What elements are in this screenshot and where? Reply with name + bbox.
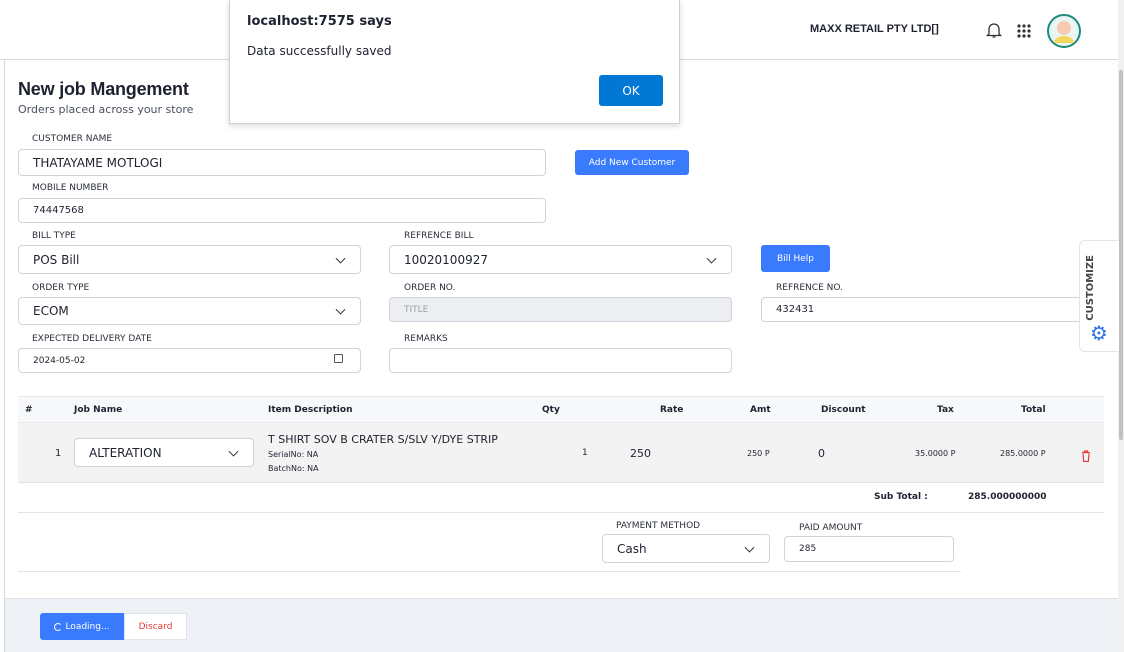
ref-no-input[interactable]: 432431	[761, 297, 1111, 322]
col-amt: Amt	[750, 405, 771, 415]
company-name: MAXX RETAIL PTY LTD[]	[810, 23, 939, 35]
discount-value[interactable]: 0	[818, 447, 825, 460]
remarks-input[interactable]	[389, 348, 732, 373]
table-header: # Job Name Item Description Qty Rate Amt…	[18, 396, 1104, 423]
page-subtitle: Orders placed across your store	[18, 103, 194, 116]
ref-bill-select[interactable]: 10020100927	[389, 245, 732, 274]
rate-value[interactable]: 250	[630, 447, 651, 460]
customize-label: CUSTOMIZE	[1085, 255, 1096, 321]
customer-name-label: CUSTOMER NAME	[32, 134, 113, 144]
col-num: #	[25, 405, 33, 415]
remarks-label: REMARKS	[404, 334, 448, 344]
item-description: T SHIRT SOV B CRATER S/SLV Y/DYE STRIP	[268, 433, 498, 446]
divider	[18, 512, 1104, 513]
col-tax: Tax	[937, 405, 954, 415]
divider	[18, 571, 961, 572]
job-name-select[interactable]: ALTERATION	[74, 438, 254, 467]
apps-grid-icon[interactable]	[1016, 23, 1032, 43]
order-no-label: ORDER NO.	[404, 283, 456, 293]
spinner-icon	[54, 622, 63, 631]
col-job-name: Job Name	[74, 405, 123, 415]
payment-method-select[interactable]: Cash	[602, 534, 770, 563]
bell-icon[interactable]	[985, 21, 1003, 43]
amt-value: 250 P	[747, 449, 770, 458]
paid-amount-label: PAID AMOUNT	[799, 523, 863, 533]
page-title: New job Mangement	[18, 79, 189, 99]
ok-button[interactable]: OK	[599, 75, 663, 106]
col-total: Total	[1021, 405, 1046, 415]
left-border	[4, 60, 5, 652]
bill-help-button[interactable]: Bill Help	[761, 245, 830, 272]
customer-name-input[interactable]: THATAYAME MOTLOGI	[18, 149, 546, 176]
dialog-message: Data successfully saved	[247, 44, 392, 58]
qty-value: 1	[582, 448, 588, 458]
total-value: 285.0000 P	[1000, 449, 1046, 458]
discard-button[interactable]: Discard	[124, 613, 187, 640]
order-type-label: ORDER TYPE	[32, 283, 90, 293]
col-discount: Discount	[821, 405, 866, 415]
calendar-icon[interactable]	[334, 354, 343, 363]
subtotal-label: Sub Total :	[874, 492, 928, 502]
mobile-input[interactable]: 74447568	[18, 198, 546, 223]
payment-method-label: PAYMENT METHOD	[616, 521, 701, 531]
col-rate: Rate	[660, 405, 684, 415]
dialog-title: localhost:7575 says	[247, 14, 392, 29]
ref-no-label: REFRENCE NO.	[776, 283, 843, 293]
order-type-select[interactable]: ECOM	[18, 297, 361, 325]
alert-dialog: localhost:7575 says Data successfully sa…	[229, 0, 680, 124]
loading-button[interactable]: Loading...	[40, 613, 124, 640]
col-item-description: Item Description	[268, 405, 353, 415]
serial-no: SerialNo: NA	[268, 450, 319, 459]
order-no-input[interactable]: TITLE	[389, 297, 732, 322]
paid-amount-input[interactable]: 285	[784, 536, 954, 562]
table-row: 1 ALTERATION T SHIRT SOV B CRATER S/SLV …	[18, 423, 1104, 483]
row-num: 1	[55, 448, 62, 459]
bill-type-label: BILL TYPE	[32, 231, 76, 241]
delivery-date-label: EXPECTED DELIVERY DATE	[32, 334, 152, 344]
avatar[interactable]	[1046, 13, 1082, 53]
trash-icon[interactable]	[1081, 447, 1091, 466]
col-qty: Qty	[542, 405, 560, 415]
customize-tab[interactable]: CUSTOMIZE ⚙	[1079, 240, 1119, 352]
loading-label: Loading...	[65, 621, 110, 632]
ref-bill-label: REFRENCE BILL	[404, 231, 474, 241]
bill-type-select[interactable]: POS Bill	[18, 245, 361, 274]
delivery-date-input[interactable]: 2024-05-02	[18, 348, 361, 373]
subtotal-value: 285.000000000	[968, 492, 1047, 502]
gear-icon: ⚙	[1090, 321, 1108, 345]
mobile-label: MOBILE NUMBER	[32, 183, 109, 193]
batch-no: BatchNo: NA	[268, 464, 319, 473]
add-new-customer-button[interactable]: Add New Customer	[575, 150, 689, 175]
tax-value: 35.0000 P	[915, 449, 956, 458]
